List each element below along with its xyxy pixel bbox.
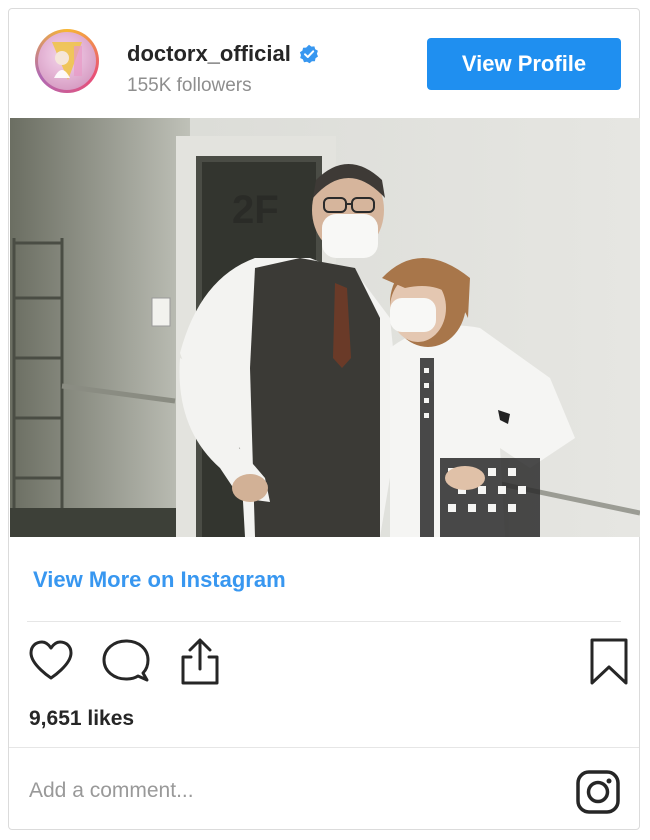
verified-badge-icon: [299, 44, 318, 64]
instagram-embed-card: doctorx_official 155K followers View Pro…: [8, 8, 640, 830]
avatar[interactable]: [35, 29, 99, 93]
bookmark-icon[interactable]: [589, 637, 629, 687]
username-row: doctorx_official: [127, 41, 319, 67]
post-photo[interactable]: 2F: [10, 118, 640, 537]
divider: [9, 747, 639, 748]
share-icon[interactable]: [177, 637, 223, 687]
instagram-logo-icon[interactable]: [575, 769, 621, 815]
view-profile-button[interactable]: View Profile: [427, 38, 621, 90]
photo-illustration: 2F: [10, 118, 640, 537]
post-header: doctorx_official 155K followers View Pro…: [9, 9, 639, 117]
username[interactable]: doctorx_official: [127, 41, 291, 67]
view-more-link[interactable]: View More on Instagram: [33, 567, 286, 593]
follower-count: 155K followers: [127, 75, 252, 96]
like-count[interactable]: 9,651 likes: [29, 707, 134, 731]
heart-icon[interactable]: [27, 637, 75, 685]
add-comment-field[interactable]: Add a comment...: [29, 779, 194, 803]
avatar-image: [38, 32, 96, 90]
svg-text:2F: 2F: [232, 188, 279, 232]
comment-bubble-icon[interactable]: [101, 637, 151, 685]
divider: [27, 621, 621, 622]
